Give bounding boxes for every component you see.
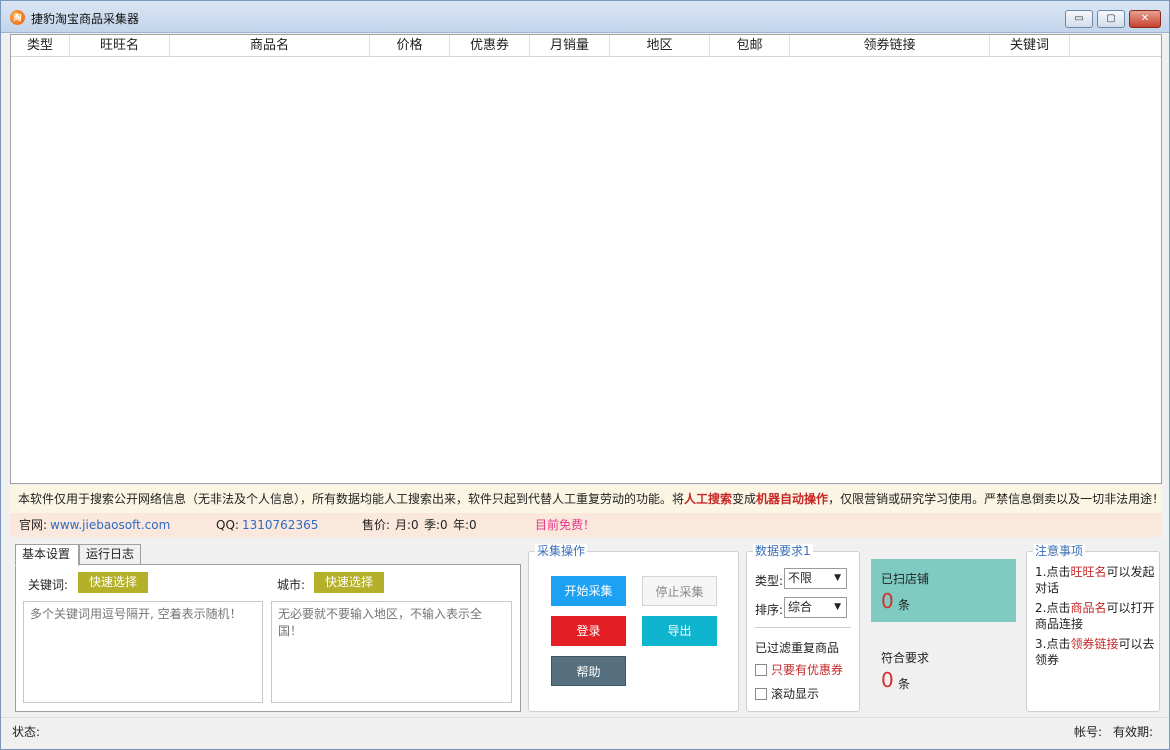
column-header-type[interactable]: 类型 (11, 35, 70, 57)
note-2-highlight: 商品名 (1070, 601, 1107, 615)
column-header-wangwang[interactable]: 旺旺名 (70, 35, 170, 57)
sort-select-value: 综合 (788, 600, 813, 614)
minimize-button[interactable]: ▭ (1065, 10, 1093, 28)
city-quick-select-button[interactable]: 快速选择 (314, 572, 384, 593)
table-header: 类型 旺旺名 商品名 价格 优惠券 月销量 地区 包邮 领券链接 关键词 (11, 35, 1161, 57)
note-item-1: 1.点击旺旺名可以发起对话 (1035, 564, 1157, 596)
stop-collect-button[interactable]: 停止采集 (642, 576, 717, 606)
notice-highlight-auto-operation: 机器自动操作 (756, 492, 829, 506)
note-1-highlight: 旺旺名 (1070, 565, 1107, 579)
window-title: 捷豹淘宝商品采集器 (31, 12, 140, 26)
basic-settings-panel: 关键词: 快速选择 城市: 快速选择 (15, 564, 521, 712)
keyword-quick-select-button[interactable]: 快速选择 (78, 572, 148, 593)
keyword-label: 关键词: (28, 578, 69, 592)
notice-text-3: ，仅限营销或研究学习使用。严禁信息倒卖以及一切非法用途！ (828, 492, 1162, 506)
price-month: 月:0 (395, 518, 419, 532)
main-window: 淘 捷豹淘宝商品采集器 ▭ ▢ ✕ 类型 旺旺名 商品名 价格 优惠券 月销量 … (0, 0, 1170, 750)
column-header-keyword[interactable]: 关键词 (990, 35, 1070, 57)
note-3-prefix: 3.点击 (1035, 637, 1071, 651)
column-header-free-shipping[interactable]: 包邮 (710, 35, 790, 57)
type-select-value: 不限 (788, 571, 813, 585)
column-header-product-name[interactable]: 商品名 (170, 35, 370, 57)
notice-text-2: 变成 (732, 492, 757, 506)
free-notice: 目前免费！ (535, 518, 596, 532)
export-button[interactable]: 导出 (642, 616, 717, 646)
column-header-coupon-link[interactable]: 领券链接 (790, 35, 990, 57)
maximize-button[interactable]: ▢ (1097, 10, 1125, 28)
coupon-only-label: 只要有优惠券 (771, 663, 844, 677)
matched-items-count: 0 (881, 668, 894, 692)
title-bar[interactable]: 淘 捷豹淘宝商品采集器 ▭ ▢ ✕ (1, 1, 1169, 33)
keyword-input[interactable] (23, 601, 263, 703)
start-collect-button[interactable]: 开始采集 (551, 576, 626, 606)
scroll-display-label: 滚动显示 (771, 687, 820, 701)
data-requirements-title: 数据要求1 (753, 544, 813, 558)
type-label: 类型: (755, 574, 784, 588)
website-label: 官网: (19, 518, 48, 532)
disclaimer-notice: 本软件仅用于搜索公开网络信息（无非法及个人信息），所有数据均能人工搜索出来，软件… (10, 485, 1162, 513)
login-button[interactable]: 登录 (551, 616, 626, 646)
city-label: 城市: (277, 578, 306, 592)
website-link[interactable]: www.jiebaosoft.com (50, 513, 170, 537)
note-3-highlight: 领券链接 (1070, 637, 1119, 651)
qq-label: QQ: (216, 518, 239, 532)
checkbox-box-icon (755, 688, 767, 700)
scanned-shops-count: 0 (881, 589, 894, 613)
checkbox-box-icon (755, 664, 767, 676)
matched-items-label: 符合要求 (881, 651, 930, 665)
city-input[interactable] (271, 601, 512, 703)
type-select[interactable]: 不限 ▼ (784, 568, 847, 589)
collect-operations-group: 采集操作 开始采集 停止采集 登录 导出 帮助 (528, 544, 739, 712)
chevron-down-icon: ▼ (834, 573, 841, 583)
divider (755, 627, 851, 628)
column-header-price[interactable]: 价格 (370, 35, 450, 57)
data-requirements-group: 数据要求1 类型: 不限 ▼ 排序: 综合 ▼ 已过滤重复商品 只要有优惠券 滚动显… (746, 544, 860, 712)
close-button[interactable]: ✕ (1129, 10, 1161, 28)
expiry-label: 有效期: (1113, 725, 1154, 739)
scroll-display-checkbox[interactable]: 滚动显示 (755, 687, 819, 701)
tab-run-log[interactable]: 运行日志 (79, 544, 141, 565)
info-bar: 官网: www.jiebaosoft.com QQ: 1310762365 售价… (10, 513, 1162, 537)
price-label: 售价: (362, 518, 391, 532)
tab-basic-settings[interactable]: 基本设置 (15, 544, 79, 566)
sort-label: 排序: (755, 603, 784, 617)
account-label: 帐号: (1074, 725, 1103, 739)
dedup-status-text: 已过滤重复商品 (755, 641, 840, 655)
results-table[interactable]: 类型 旺旺名 商品名 价格 优惠券 月销量 地区 包邮 领券链接 关键词 (10, 34, 1162, 484)
note-item-3: 3.点击领券链接可以去领券 (1035, 636, 1157, 668)
price-year: 年:0 (453, 518, 477, 532)
coupon-only-checkbox[interactable]: 只要有优惠券 (755, 663, 843, 677)
collect-operations-title: 采集操作 (535, 544, 588, 558)
price-quarter: 季:0 (424, 518, 448, 532)
column-header-coupon[interactable]: 优惠券 (450, 35, 530, 57)
note-item-2: 2.点击商品名可以打开商品连接 (1035, 600, 1157, 632)
column-header-monthly-sales[interactable]: 月销量 (530, 35, 610, 57)
sort-select[interactable]: 综合 ▼ (784, 597, 847, 618)
matched-items-card: 符合要求 0 条 (871, 638, 1016, 701)
app-logo-icon: 淘 (10, 10, 25, 25)
status-label: 状态: (12, 725, 41, 739)
column-header-region[interactable]: 地区 (610, 35, 710, 57)
chevron-down-icon: ▼ (834, 602, 841, 612)
scanned-shops-card: 已扫店铺 0 条 (871, 559, 1016, 622)
note-1-prefix: 1.点击 (1035, 565, 1071, 579)
notice-highlight-manual-search: 人工搜索 (684, 492, 733, 506)
scanned-shops-label: 已扫店铺 (881, 572, 930, 586)
notice-text-1: 本软件仅用于搜索公开网络信息（无非法及个人信息），所有数据均能人工搜索出来，软件… (18, 492, 685, 506)
qq-number[interactable]: 1310762365 (242, 513, 318, 537)
note-2-prefix: 2.点击 (1035, 601, 1071, 615)
scanned-shops-unit: 条 (898, 598, 911, 612)
notes-group: 注意事项 1.点击旺旺名可以发起对话 2.点击商品名可以打开商品连接 3.点击领… (1026, 544, 1160, 712)
notes-title: 注意事项 (1033, 544, 1086, 558)
matched-items-unit: 条 (898, 677, 911, 691)
help-button[interactable]: 帮助 (551, 656, 626, 686)
status-bar: 状态: 帐号: 有效期: (1, 717, 1169, 747)
